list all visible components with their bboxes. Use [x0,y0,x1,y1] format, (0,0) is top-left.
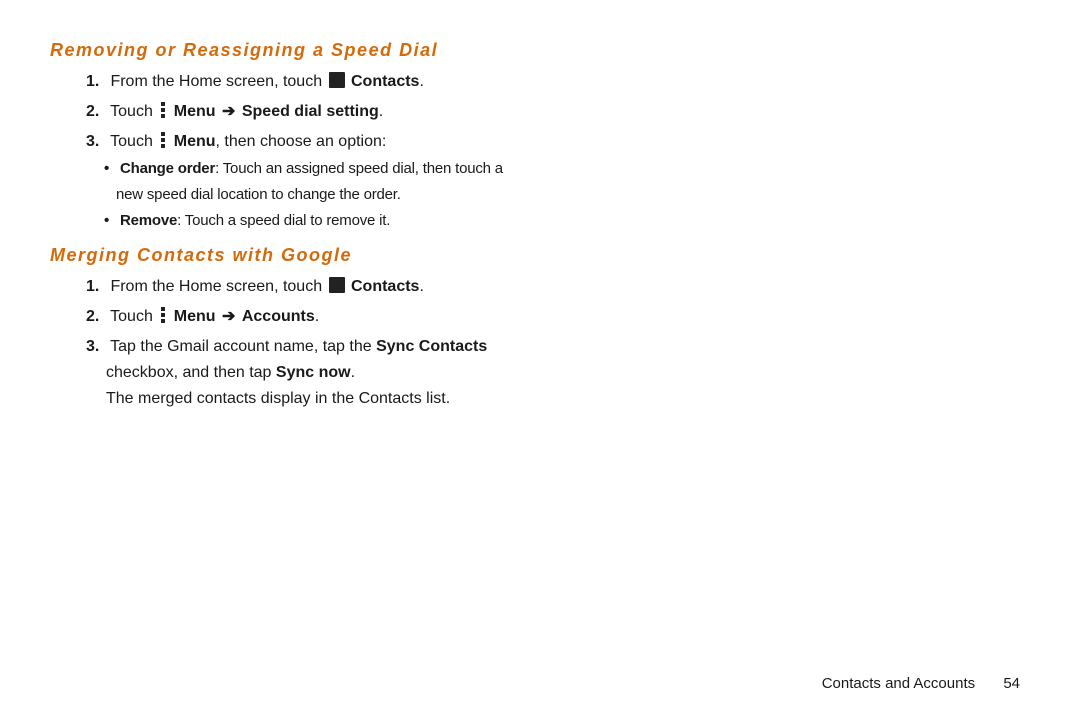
step-text: checkbox, and then tap [106,364,276,381]
step-continuation: checkbox, and then tap Sync now. [86,360,615,386]
step-post: . [419,73,423,90]
bullet-icon: • [104,209,116,233]
menu-icon [159,102,167,118]
contacts-app-icon [329,277,345,293]
footer-chapter: Contacts and Accounts [822,675,975,692]
step-number: 1. [86,274,106,300]
sub-bullet-list: • Change order: Touch an assigned speed … [104,157,615,233]
step-row: 3. Tap the Gmail account name, tap the S… [86,334,615,412]
contacts-app-icon [329,72,345,88]
content-column: Removing or Reassigning a Speed Dial 1. … [50,40,615,412]
bullet-text: : Touch an assigned speed dial, then tou… [215,160,503,177]
step-bold: Contacts [351,278,419,295]
step-bold: Speed dial setting [242,103,379,120]
manual-page: Removing or Reassigning a Speed Dial 1. … [0,0,1080,720]
step-number: 2. [86,304,106,330]
step-text: Tap the Gmail account name, tap the [110,338,376,355]
step-text: Touch [110,308,157,325]
step-bold: Accounts [242,308,315,325]
step-bold: Sync Contacts [376,338,487,355]
bullet-label: Remove [120,212,177,229]
step-text: From the Home screen, touch [110,278,326,295]
step-post: . [379,103,383,120]
step-text: The merged contacts display in the Conta… [106,390,450,407]
step-post: . [315,308,319,325]
step-row: 2. Touch Menu ➔ Accounts. [86,304,615,330]
step-row: 1. From the Home screen, touch Contacts. [86,69,615,95]
step-number: 1. [86,69,106,95]
sub-bullet-row: • Remove: Touch a speed dial to remove i… [104,209,615,233]
sub-bullet-continuation: new speed dial location to change the or… [104,183,615,207]
step-number: 2. [86,99,106,125]
step-bold: Menu [174,308,216,325]
step-number: 3. [86,334,106,360]
step-post: . [419,278,423,295]
step-bold: Menu [174,103,216,120]
section-title-merging: Merging Contacts with Google [50,245,615,266]
bullet-icon: • [104,157,116,181]
bullet-text: new speed dial location to change the or… [116,186,401,203]
arrow-icon: ➔ [222,99,235,125]
step-number: 3. [86,129,106,155]
steps-list-2: 1. From the Home screen, touch Contacts.… [50,274,615,412]
page-footer: Contacts and Accounts 54 [822,675,1020,692]
step-bold: Sync now [276,364,351,381]
bullet-label: Change order [120,160,215,177]
step-row: 1. From the Home screen, touch Contacts. [86,274,615,300]
step-row: 2. Touch Menu ➔ Speed dial setting. [86,99,615,125]
section-title-speed-dial: Removing or Reassigning a Speed Dial [50,40,615,61]
step-bold: Menu [174,133,216,150]
step-post: . [351,364,355,381]
step-text: Touch [110,103,157,120]
sub-bullet-row: • Change order: Touch an assigned speed … [104,157,615,181]
arrow-icon: ➔ [222,304,235,330]
menu-icon [159,307,167,323]
bullet-text: : Touch a speed dial to remove it. [177,212,390,229]
step-bold: Contacts [351,73,419,90]
step-post: , then choose an option: [216,133,387,150]
footer-page-number: 54 [1003,675,1020,692]
menu-icon [159,132,167,148]
steps-list-1: 1. From the Home screen, touch Contacts.… [50,69,615,233]
step-text: Touch [110,133,157,150]
step-continuation: The merged contacts display in the Conta… [86,386,615,412]
step-text: From the Home screen, touch [110,73,326,90]
step-row: 3. Touch Menu, then choose an option: • … [86,129,615,233]
